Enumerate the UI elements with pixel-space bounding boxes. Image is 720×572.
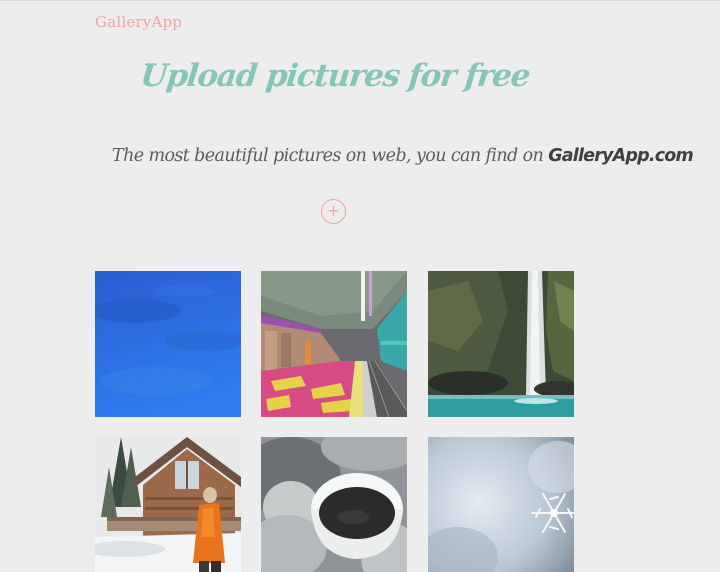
photo-sky-image: [95, 271, 241, 417]
photo-waterfall-image: [428, 271, 574, 417]
page-title: Upload pictures for free: [138, 58, 532, 94]
photo-coffee-image: [261, 437, 407, 572]
photo-subway[interactable]: [261, 271, 407, 417]
photo-coffee[interactable]: [261, 437, 407, 572]
upload-button[interactable]: +: [321, 199, 346, 224]
subtitle-text: The most beautiful pictures on web, you …: [112, 146, 544, 166]
photo-cabin[interactable]: [95, 437, 241, 572]
photo-snowflake-image: [428, 437, 574, 572]
photo-cabin-image: [95, 437, 241, 572]
photo-sky[interactable]: [95, 271, 241, 417]
photo-subway-image: [261, 271, 407, 417]
photo-waterfall[interactable]: [428, 271, 574, 417]
brand-logo[interactable]: GalleryApp: [95, 13, 182, 31]
top-border: [0, 0, 720, 1]
subtitle-site-name: GalleryApp.com: [548, 146, 694, 166]
page-subtitle: The most beautiful pictures on web, you …: [112, 146, 694, 166]
photo-snowflake[interactable]: [428, 437, 574, 572]
